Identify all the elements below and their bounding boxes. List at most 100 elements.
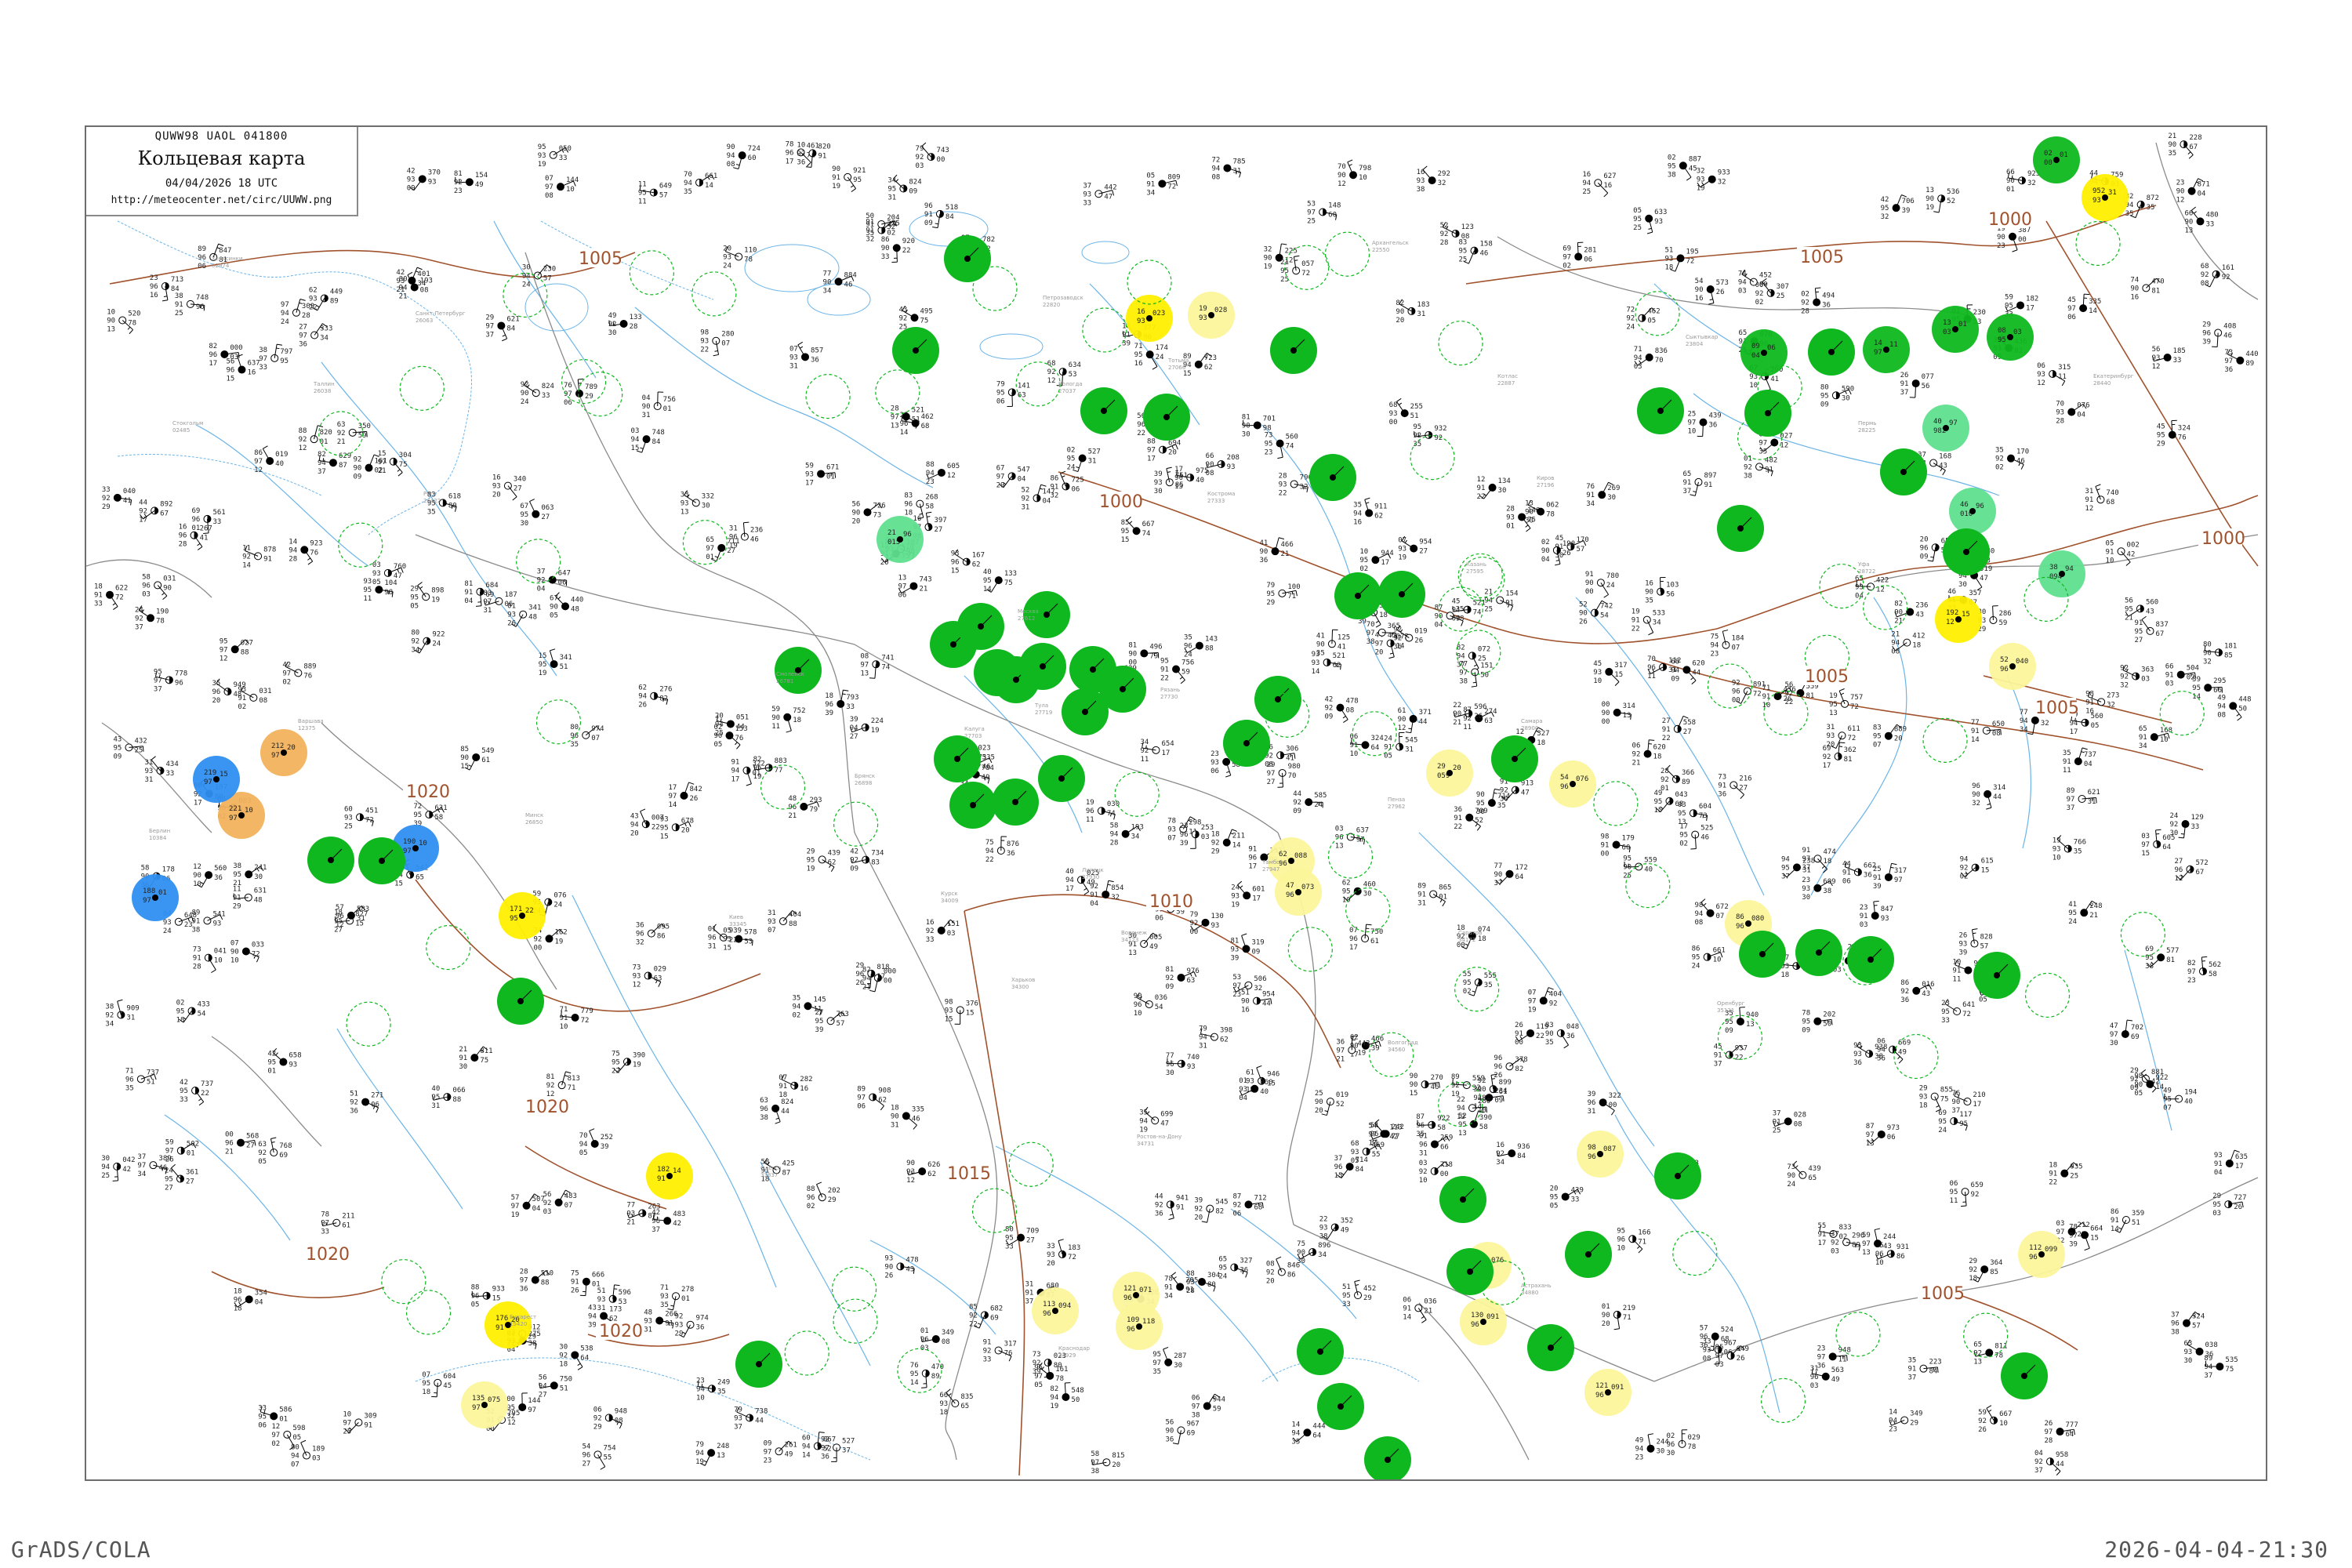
station-id: 27962 xyxy=(1388,804,1405,810)
highlight-circle-green xyxy=(1637,387,1684,434)
svg-text:90: 90 xyxy=(1315,1098,1323,1106)
svg-text:28: 28 xyxy=(1110,840,1119,848)
svg-text:936: 936 xyxy=(1517,1143,1530,1151)
svg-text:190: 190 xyxy=(1563,540,1575,548)
svg-text:96: 96 xyxy=(1920,544,1929,552)
svg-text:795: 795 xyxy=(507,1410,520,1417)
station-plot: 49 19495 4007 xyxy=(2163,1087,2197,1112)
map-url[interactable]: http://meteocenter.net/circ/UUWW.png xyxy=(86,194,357,206)
station-plot: 13 53690 5219 xyxy=(1926,187,1959,213)
svg-text:36: 36 xyxy=(350,1108,358,1116)
svg-text:55: 55 xyxy=(1372,1151,1381,1159)
station-plot: 07 14497 1008 xyxy=(545,175,579,200)
svg-text:03: 03 xyxy=(372,561,381,569)
svg-text:08: 08 xyxy=(1266,1261,1275,1269)
station-plot: 57 50797 0419 xyxy=(511,1193,545,1219)
svg-text:38: 38 xyxy=(1668,171,1676,179)
svg-text:16: 16 xyxy=(1695,295,1704,303)
svg-text:95: 95 xyxy=(1829,701,1838,709)
svg-text:92: 92 xyxy=(2120,673,2129,681)
station-plot: 19 75795 7213 xyxy=(1829,688,1863,717)
station-plot: 95 02797 8812 xyxy=(220,637,253,662)
svg-text:27: 27 xyxy=(1419,548,1428,556)
svg-text:90: 90 xyxy=(832,165,840,173)
station-plot: 25 31791 9739 xyxy=(1873,862,1907,891)
svg-text:07: 07 xyxy=(291,1461,299,1469)
svg-text:202: 202 xyxy=(1823,1011,1835,1019)
svg-text:92: 92 xyxy=(299,436,307,444)
svg-text:95: 95 xyxy=(267,1059,276,1067)
svg-text:89: 89 xyxy=(931,1373,940,1381)
svg-text:27: 27 xyxy=(541,514,550,521)
svg-text:05: 05 xyxy=(579,1149,588,1157)
svg-text:37: 37 xyxy=(537,568,546,576)
svg-text:678: 678 xyxy=(681,817,694,825)
svg-text:10: 10 xyxy=(230,957,239,965)
svg-text:05: 05 xyxy=(723,927,731,935)
svg-text:94: 94 xyxy=(727,152,735,160)
svg-text:07: 07 xyxy=(1167,834,1176,842)
station-plot: 90 72494 6008 xyxy=(727,143,760,170)
svg-text:117: 117 xyxy=(1959,1111,1972,1119)
isobar-label: 1000 xyxy=(1099,492,1143,512)
svg-text:028: 028 xyxy=(1794,1111,1806,1119)
svg-text:68: 68 xyxy=(1671,658,1679,666)
station-plot: 56 96790 6936 xyxy=(1165,1418,1200,1445)
svg-text:32: 32 xyxy=(2027,180,2036,187)
svg-text:57: 57 xyxy=(837,1020,845,1028)
station-plot: 59 66792 1026 xyxy=(1978,1405,2012,1434)
svg-text:97: 97 xyxy=(1336,1047,1345,1054)
svg-text:40: 40 xyxy=(431,1085,440,1093)
station-name: Сыктывкар xyxy=(1686,334,1719,340)
svg-text:40: 40 xyxy=(1644,866,1653,873)
svg-text:631: 631 xyxy=(254,887,267,895)
svg-text:547: 547 xyxy=(1018,466,1030,474)
svg-text:08: 08 xyxy=(2201,280,2209,288)
svg-text:09: 09 xyxy=(1293,808,1301,815)
svg-text:35: 35 xyxy=(1907,1357,1916,1365)
svg-text:07: 07 xyxy=(768,927,776,935)
svg-text:92: 92 xyxy=(105,1011,114,1019)
svg-text:08: 08 xyxy=(1345,707,1354,715)
svg-text:920: 920 xyxy=(902,238,915,245)
svg-text:91: 91 xyxy=(1025,1290,1033,1298)
svg-text:019: 019 xyxy=(1336,1091,1348,1099)
svg-text:34: 34 xyxy=(137,1171,146,1178)
map-title: Кольцевая карта xyxy=(86,147,357,169)
svg-text:545: 545 xyxy=(1215,1199,1228,1207)
svg-text:92: 92 xyxy=(1155,1201,1163,1209)
svg-text:604: 604 xyxy=(443,1373,456,1381)
svg-text:19: 19 xyxy=(871,727,880,735)
svg-text:64: 64 xyxy=(1312,1432,1321,1439)
station-plot: 55 55595 3502 xyxy=(1463,971,1497,996)
svg-text:02: 02 xyxy=(1667,1432,1675,1440)
svg-text:422: 422 xyxy=(1876,576,1889,584)
svg-text:06: 06 xyxy=(371,1102,379,1109)
svg-text:884: 884 xyxy=(844,271,857,279)
svg-text:56: 56 xyxy=(2152,346,2161,354)
svg-text:05: 05 xyxy=(292,1434,301,1442)
svg-text:92: 92 xyxy=(353,456,361,464)
svg-text:31: 31 xyxy=(768,909,776,917)
svg-text:90: 90 xyxy=(107,318,115,325)
svg-text:75: 75 xyxy=(1297,1240,1305,1248)
highlight-circle-green xyxy=(1739,931,1786,978)
station-plot: 29 43995 6219 xyxy=(807,848,840,873)
station-plot: 35 69994 4719 xyxy=(1139,1106,1173,1134)
svg-text:97: 97 xyxy=(1367,630,1375,637)
svg-text:37: 37 xyxy=(842,1446,851,1454)
station-plot: 18 35496 0418 xyxy=(234,1287,267,1312)
svg-text:25: 25 xyxy=(1307,217,1316,225)
svg-text:954: 954 xyxy=(1262,991,1275,999)
svg-text:07: 07 xyxy=(1398,537,1406,545)
svg-text:97: 97 xyxy=(343,1419,351,1427)
station-plot: 66 48090 3313 xyxy=(2184,206,2219,234)
svg-text:93: 93 xyxy=(1211,922,1220,930)
svg-text:366: 366 xyxy=(1682,769,1694,777)
svg-text:92: 92 xyxy=(926,927,935,935)
svg-text:06: 06 xyxy=(1210,768,1219,775)
highlight-circle-green xyxy=(1439,1176,1486,1223)
svg-text:506: 506 xyxy=(1254,975,1266,983)
svg-text:45: 45 xyxy=(443,1382,452,1390)
svg-text:81: 81 xyxy=(454,170,463,178)
